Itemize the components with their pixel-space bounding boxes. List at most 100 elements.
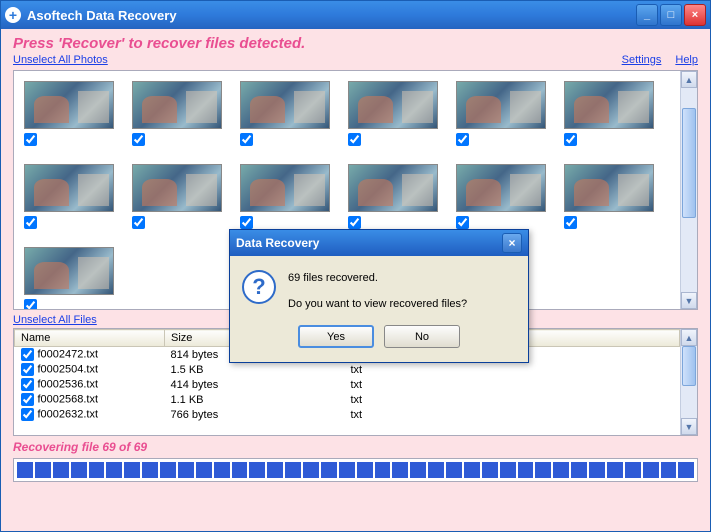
unselect-all-files-link[interactable]: Unselect All Files: [13, 314, 97, 326]
photo-thumb[interactable]: [348, 81, 438, 146]
progress-segment: [321, 462, 337, 478]
photo-thumb[interactable]: [564, 164, 654, 229]
close-button[interactable]: ×: [684, 4, 706, 26]
photo-thumb[interactable]: [240, 81, 330, 146]
photo-thumb[interactable]: [24, 164, 114, 229]
progress-segment: [607, 462, 623, 478]
scroll-down-icon[interactable]: ▼: [681, 292, 697, 309]
photo-thumb[interactable]: [132, 164, 222, 229]
photo-checkbox[interactable]: [132, 133, 145, 146]
top-link-row: Unselect All Photos Settings Help: [13, 54, 698, 66]
progress-segment: [214, 462, 230, 478]
photo-checkbox[interactable]: [24, 299, 37, 309]
photo-checkbox[interactable]: [564, 216, 577, 229]
photo-thumb[interactable]: [24, 81, 114, 146]
progress-segment: [35, 462, 51, 478]
photo-checkbox[interactable]: [24, 133, 37, 146]
photo-image[interactable]: [24, 164, 114, 212]
dialog-text: 69 files recovered. Do you want to view …: [288, 270, 467, 313]
file-size: 766 bytes: [165, 407, 345, 422]
photo-checkbox[interactable]: [564, 133, 577, 146]
table-row[interactable]: f0002536.txt414 bytestxt: [15, 377, 680, 392]
progress-segment: [589, 462, 605, 478]
photo-image[interactable]: [456, 164, 546, 212]
table-row[interactable]: f0002504.txt1.5 KBtxt: [15, 362, 680, 377]
unselect-all-photos-link[interactable]: Unselect All Photos: [13, 54, 108, 66]
photo-image[interactable]: [132, 164, 222, 212]
progress-segment: [571, 462, 587, 478]
photo-checkbox[interactable]: [456, 133, 469, 146]
photo-image[interactable]: [240, 81, 330, 129]
scroll-up-icon[interactable]: ▲: [681, 71, 697, 88]
dialog-buttons: Yes No: [230, 325, 528, 362]
progress-segment: [53, 462, 69, 478]
dialog-close-button[interactable]: ×: [502, 233, 522, 253]
table-row[interactable]: f0002568.txt1.1 KBtxt: [15, 392, 680, 407]
progress-segment: [71, 462, 87, 478]
file-size: 1.1 KB: [165, 392, 345, 407]
photo-image[interactable]: [132, 81, 222, 129]
photo-thumb[interactable]: [348, 164, 438, 229]
minimize-button[interactable]: _: [636, 4, 658, 26]
file-checkbox[interactable]: [21, 408, 34, 421]
photo-checkbox[interactable]: [240, 133, 253, 146]
photo-checkbox[interactable]: [240, 216, 253, 229]
help-link[interactable]: Help: [675, 54, 698, 66]
file-name: f0002632.txt: [38, 408, 99, 420]
progress-segment: [500, 462, 516, 478]
file-ext: txt: [345, 377, 495, 392]
progress-segment: [249, 462, 265, 478]
progress-segment: [446, 462, 462, 478]
photo-thumb[interactable]: [240, 164, 330, 229]
scroll-thumb[interactable]: [682, 108, 696, 218]
photo-checkbox[interactable]: [24, 216, 37, 229]
progress-segment: [339, 462, 355, 478]
photo-image[interactable]: [564, 164, 654, 212]
question-icon: ?: [242, 270, 276, 304]
scroll-track[interactable]: [681, 346, 697, 418]
settings-link[interactable]: Settings: [622, 54, 662, 66]
photo-image[interactable]: [348, 164, 438, 212]
photo-checkbox[interactable]: [348, 216, 361, 229]
progress-bar: [13, 458, 698, 482]
photo-image[interactable]: [24, 247, 114, 295]
progress-segment: [142, 462, 158, 478]
photo-image[interactable]: [456, 81, 546, 129]
file-size: 1.5 KB: [165, 362, 345, 377]
progress-segment: [285, 462, 301, 478]
scroll-down-icon[interactable]: ▼: [681, 418, 697, 435]
file-checkbox[interactable]: [21, 348, 34, 361]
file-scrollbar[interactable]: ▲ ▼: [680, 329, 697, 435]
photo-checkbox[interactable]: [348, 133, 361, 146]
photo-thumb[interactable]: [456, 164, 546, 229]
file-checkbox[interactable]: [21, 378, 34, 391]
no-button[interactable]: No: [384, 325, 460, 348]
dialog-line2: Do you want to view recovered files?: [288, 296, 467, 314]
scroll-track[interactable]: [681, 88, 697, 292]
photo-image[interactable]: [240, 164, 330, 212]
photo-thumb[interactable]: [24, 247, 114, 309]
maximize-button[interactable]: □: [660, 4, 682, 26]
progress-segment: [553, 462, 569, 478]
col-name[interactable]: Name: [15, 330, 165, 347]
photo-thumb[interactable]: [564, 81, 654, 146]
photo-thumb[interactable]: [456, 81, 546, 146]
photo-image[interactable]: [24, 81, 114, 129]
content-area: Press 'Recover' to recover files detecte…: [1, 29, 710, 531]
photo-thumb[interactable]: [132, 81, 222, 146]
file-checkbox[interactable]: [21, 363, 34, 376]
photo-image[interactable]: [348, 81, 438, 129]
scroll-up-icon[interactable]: ▲: [681, 329, 697, 346]
file-checkbox[interactable]: [21, 393, 34, 406]
scroll-thumb[interactable]: [682, 346, 696, 386]
file-name: f0002472.txt: [38, 348, 99, 360]
progress-segment: [178, 462, 194, 478]
table-row[interactable]: f0002632.txt766 bytestxt: [15, 407, 680, 422]
photo-scrollbar[interactable]: ▲ ▼: [680, 71, 697, 309]
file-name: f0002504.txt: [38, 363, 99, 375]
status-text: Recovering file 69 of 69: [13, 440, 698, 454]
photo-image[interactable]: [564, 81, 654, 129]
yes-button[interactable]: Yes: [298, 325, 374, 348]
photo-checkbox[interactable]: [456, 216, 469, 229]
photo-checkbox[interactable]: [132, 216, 145, 229]
